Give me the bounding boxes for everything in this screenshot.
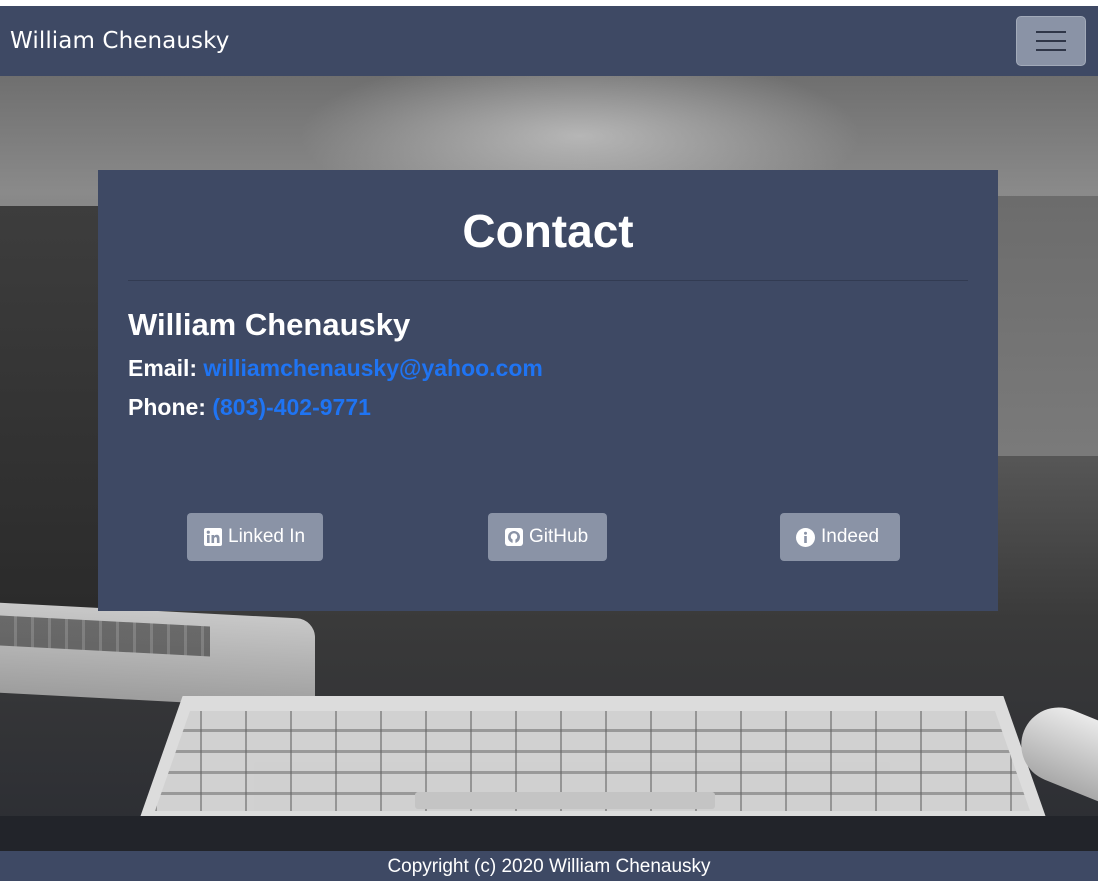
- divider: [128, 280, 968, 281]
- indeed-label: Indeed: [821, 526, 880, 547]
- linkedin-button[interactable]: Linked In: [187, 513, 323, 561]
- github-button[interactable]: GitHub: [488, 513, 607, 561]
- info-circle-icon: [796, 527, 815, 547]
- person-name: William Chenausky: [128, 307, 411, 342]
- indeed-button[interactable]: Indeed: [780, 513, 900, 561]
- navbar-toggle-button[interactable]: [1016, 16, 1086, 66]
- github-icon: [504, 528, 523, 547]
- social-buttons: Linked In GitHub Indeed: [98, 513, 998, 561]
- footer: Copyright (c) 2020 William Chenausky: [0, 851, 1098, 881]
- navbar: William Chenausky: [0, 6, 1098, 76]
- hamburger-menu-icon: [1036, 31, 1066, 33]
- linkedin-label: Linked In: [228, 526, 306, 547]
- github-label: GitHub: [529, 526, 589, 547]
- contact-title: Contact: [462, 205, 634, 257]
- phone-label: Phone:: [128, 394, 206, 420]
- copyright-text: Copyright (c) 2020 William Chenausky: [387, 856, 711, 877]
- phone-link[interactable]: (803)-402-9771: [212, 394, 371, 420]
- linkedin-icon: [203, 528, 222, 547]
- email-label: Email:: [128, 355, 198, 381]
- contact-card: Contact William Chenausky Email: william…: [98, 170, 998, 611]
- navbar-brand[interactable]: William Chenausky: [10, 28, 229, 54]
- email-link[interactable]: williamchenausky@yahoo.com: [203, 355, 542, 381]
- phone-line: Phone: (803)-402-9771: [128, 394, 968, 421]
- email-line: Email: williamchenausky@yahoo.com: [128, 355, 968, 382]
